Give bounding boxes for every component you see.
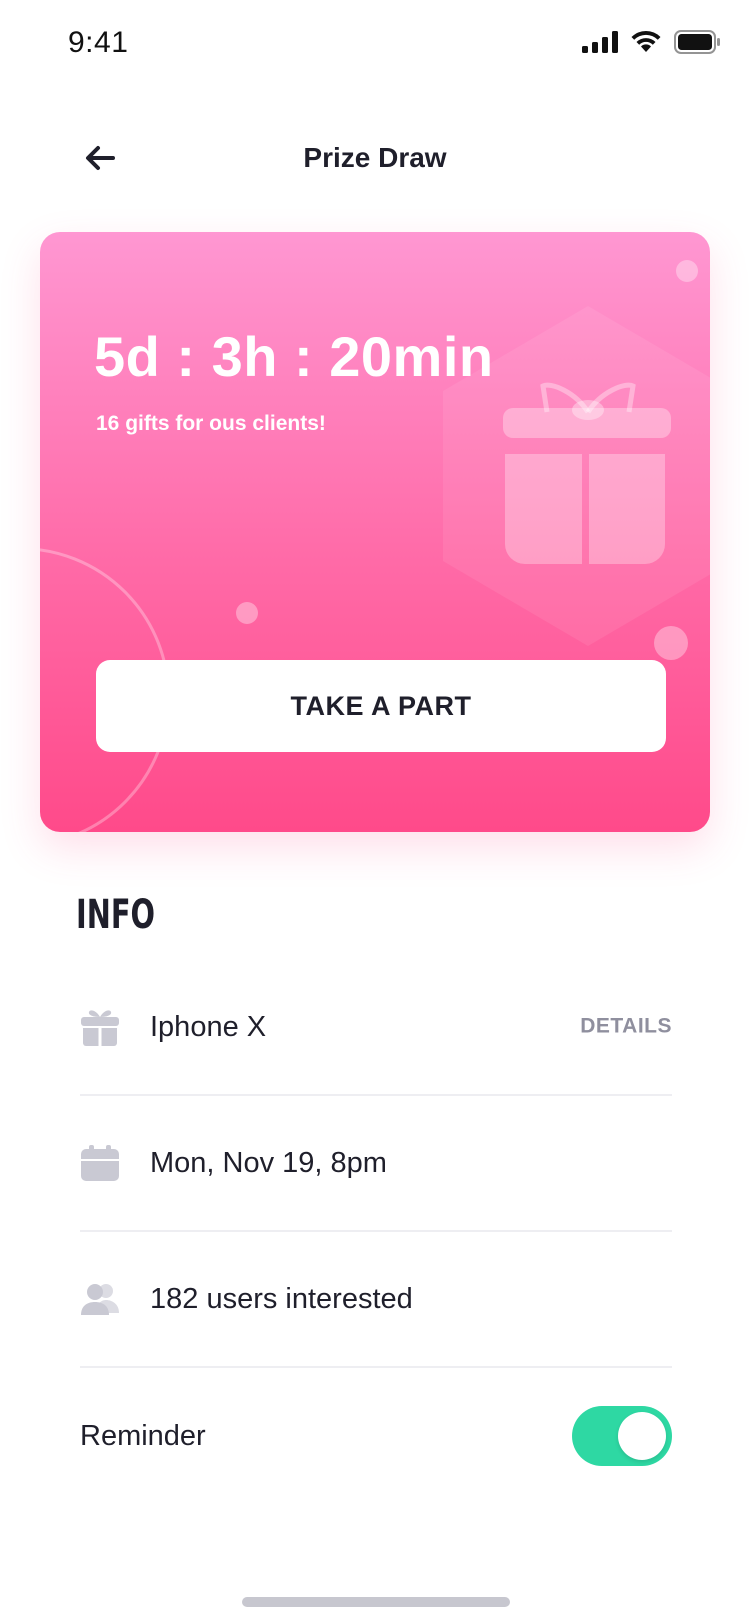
draw-date: Mon, Nov 19, 8pm bbox=[150, 1146, 387, 1179]
info-row-users: 182 users interested bbox=[80, 1232, 672, 1368]
decorative-dot bbox=[236, 602, 258, 624]
prize-name: Iphone X bbox=[150, 1010, 267, 1043]
wifi-icon bbox=[630, 30, 662, 54]
interested-users-count: 182 users interested bbox=[150, 1282, 413, 1315]
calendar-icon bbox=[80, 1143, 120, 1183]
header: Prize Draw bbox=[0, 130, 750, 190]
home-indicator[interactable] bbox=[242, 1597, 510, 1607]
info-row-prize: Iphone X DETAILS bbox=[80, 960, 672, 1096]
gifts-subtitle: 16 gifts for ous clients! bbox=[96, 412, 326, 435]
reminder-label: Reminder bbox=[80, 1419, 206, 1452]
prize-draw-screen: 9:41 Prize Draw 5d: 3h: 20min 16 gifts… bbox=[0, 0, 750, 1624]
toggle-knob bbox=[618, 1412, 666, 1460]
users-icon bbox=[80, 1279, 120, 1319]
status-time: 9:41 bbox=[68, 26, 129, 59]
page-title: Prize Draw bbox=[303, 142, 447, 173]
info-list: Iphone X DETAILS Mon, Nov 19, 8pm 182 us… bbox=[80, 960, 672, 1504]
status-bar: 9:41 bbox=[0, 0, 750, 90]
take-a-part-button[interactable]: TAKE A PART bbox=[96, 660, 666, 752]
info-row-date: Mon, Nov 19, 8pm bbox=[80, 1096, 672, 1232]
cellular-signal-icon bbox=[582, 31, 618, 53]
prize-draw-card: 5d : 3h : 20min 16 gifts for ous clients… bbox=[40, 232, 710, 832]
gift-icon bbox=[80, 1007, 120, 1047]
status-icons bbox=[582, 30, 720, 54]
info-section-title: INFO bbox=[76, 892, 155, 938]
details-link[interactable]: DETAILS bbox=[580, 1015, 672, 1039]
battery-icon bbox=[674, 30, 720, 54]
decorative-dot bbox=[676, 260, 698, 282]
countdown-timer: 5d : 3h : 20min bbox=[94, 325, 494, 388]
info-row-reminder: Reminder bbox=[80, 1368, 672, 1504]
reminder-toggle[interactable] bbox=[572, 1406, 672, 1466]
